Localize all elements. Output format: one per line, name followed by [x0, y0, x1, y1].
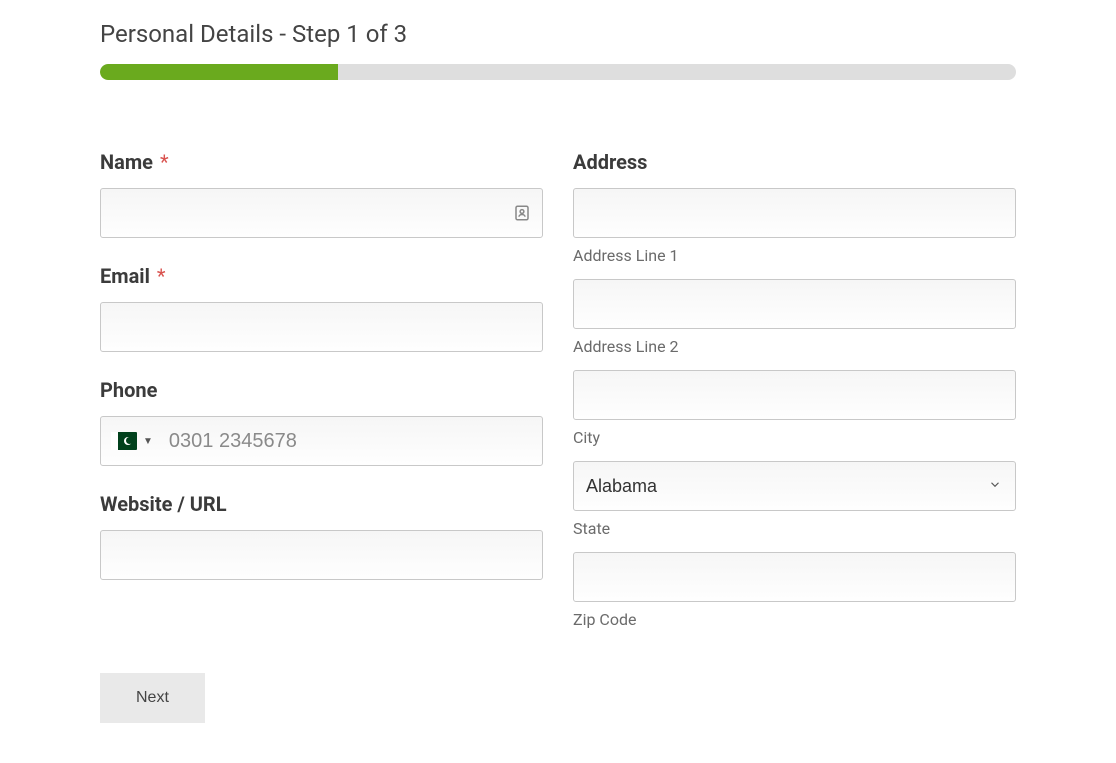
- phone-input-wrapper: ▼: [100, 416, 543, 466]
- website-input[interactable]: [100, 530, 543, 580]
- city-input[interactable]: [573, 370, 1016, 420]
- email-label: Email *: [100, 264, 543, 288]
- progress-fill: [100, 64, 338, 80]
- address-line1-input[interactable]: [573, 188, 1016, 238]
- address-line2-sublabel: Address Line 2: [573, 337, 1016, 356]
- chevron-down-icon: ▼: [143, 436, 153, 447]
- website-label: Website / URL: [100, 492, 543, 516]
- name-label: Name *: [100, 150, 543, 174]
- website-field: Website / URL: [100, 492, 543, 580]
- page-title: Personal Details - Step 1 of 3: [100, 20, 1016, 48]
- address-line2-input[interactable]: [573, 279, 1016, 329]
- name-input[interactable]: [100, 188, 543, 238]
- state-select[interactable]: Alabama: [573, 461, 1016, 511]
- zip-sublabel: Zip Code: [573, 610, 1016, 629]
- required-star: *: [160, 150, 169, 174]
- right-column: Address Address Line 1 Address Line 2 Ci…: [573, 150, 1016, 643]
- pakistan-flag-icon: [111, 432, 137, 450]
- address-label: Address: [573, 150, 1016, 174]
- address-line1-sublabel: Address Line 1: [573, 246, 1016, 265]
- city-sublabel: City: [573, 428, 1016, 447]
- contact-card-icon: [513, 204, 531, 222]
- name-field: Name *: [100, 150, 543, 238]
- zip-input[interactable]: [573, 552, 1016, 602]
- email-field: Email *: [100, 264, 543, 352]
- phone-field: Phone ▼: [100, 378, 543, 466]
- phone-label: Phone: [100, 378, 543, 402]
- next-button[interactable]: Next: [100, 673, 205, 723]
- state-sublabel: State: [573, 519, 1016, 538]
- phone-input[interactable]: [153, 417, 542, 465]
- left-column: Name * Email * Phone: [100, 150, 543, 643]
- email-input[interactable]: [100, 302, 543, 352]
- required-star: *: [157, 264, 166, 288]
- progress-bar: [100, 64, 1016, 80]
- country-flag-dropdown[interactable]: ▼: [111, 432, 153, 450]
